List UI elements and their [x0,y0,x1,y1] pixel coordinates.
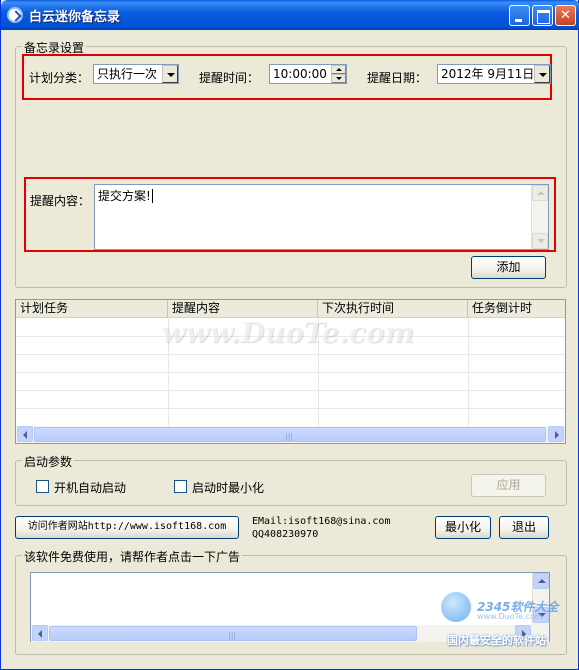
mascot-logo [441,592,471,622]
maximize-window-button[interactable] [532,5,553,26]
email-text: EMail:isoft168@sina.com [252,516,391,527]
category-label: 计划分类： [29,71,90,85]
scroll-left-icon[interactable] [32,625,48,641]
scroll-thumb[interactable]: ||| [49,626,417,641]
calendar-dropdown-icon[interactable] [534,65,550,83]
column-header-countdown[interactable]: 任务倒计时 [468,300,567,318]
grip-icon: ||| [228,631,237,640]
category-select[interactable]: 只执行一次 [93,64,179,84]
minimize-button[interactable]: 最小化 [435,516,491,539]
ad-legend: 该软件免费使用，请帮作者点击一下广告 [22,548,243,565]
autostart-label[interactable]: 开机自动启动 [54,479,126,496]
column-header-task[interactable]: 计划任务 [16,300,168,318]
scroll-left-icon[interactable] [17,426,33,442]
startup-legend: 启动参数 [22,453,75,470]
window-title: 白云迷你备忘录 [29,10,121,25]
minimize-on-start-label[interactable]: 启动时最小化 [192,479,264,496]
apply-button[interactable]: 应用 [471,474,546,497]
content-scrollbar[interactable] [531,185,548,249]
content-label: 提醒内容： [30,194,91,208]
autostart-checkbox[interactable] [36,480,49,493]
add-button[interactable]: 添加 [471,256,546,279]
app-icon [7,7,23,23]
grip-icon: ||| [285,432,294,441]
grid-line [16,390,565,391]
chevron-down-icon[interactable] [162,65,178,83]
title-bar[interactable]: 白云迷你备忘录 ✕ [1,0,579,30]
spin-up-icon[interactable] [331,65,346,74]
center-watermark: www.DuoTe.com [161,316,415,349]
scroll-down-icon[interactable] [532,233,548,249]
qq-text: QQ408230970 [252,529,319,540]
content-value: 提交方案! [98,189,151,203]
time-label: 提醒时间： [199,71,260,85]
spin-down-icon[interactable] [331,74,346,83]
text-cursor [151,189,157,203]
date-picker[interactable]: 2012年 9月11日 [437,64,551,84]
scroll-thumb[interactable]: ||| [34,427,546,442]
time-input[interactable]: 10:00:00 [269,64,347,84]
date-label: 提醒日期： [367,71,428,85]
close-window-button[interactable]: ✕ [555,5,576,26]
category-value: 只执行一次 [97,67,158,81]
corner-url: www.DuoTe.com [477,612,543,621]
date-value: 2012年 9月11日 [441,67,535,81]
grid-line [16,408,565,409]
time-value: 10:00:00 [273,67,327,81]
content-textarea[interactable]: 提交方案! [94,184,549,250]
scroll-up-icon[interactable] [533,573,549,589]
visit-website-button[interactable]: 访问作者网站http://www.isoft168.com [15,516,239,539]
scroll-up-icon[interactable] [532,185,548,201]
grid-line [16,354,565,355]
task-list-hscroll[interactable]: ||| [16,426,565,443]
scroll-right-icon[interactable] [548,426,564,442]
grid-line [16,372,565,373]
time-spinner[interactable] [331,65,346,83]
exit-button[interactable]: 退出 [499,516,549,539]
minimize-on-start-checkbox[interactable] [174,480,187,493]
corner-slogan: 国内最安全的软件站 [447,634,546,647]
main-window: 白云迷你备忘录 ✕ 备忘录设置 计划分类： 只执行一次 提醒时间： 10:00:… [0,0,579,670]
minimize-window-button[interactable] [509,5,530,26]
